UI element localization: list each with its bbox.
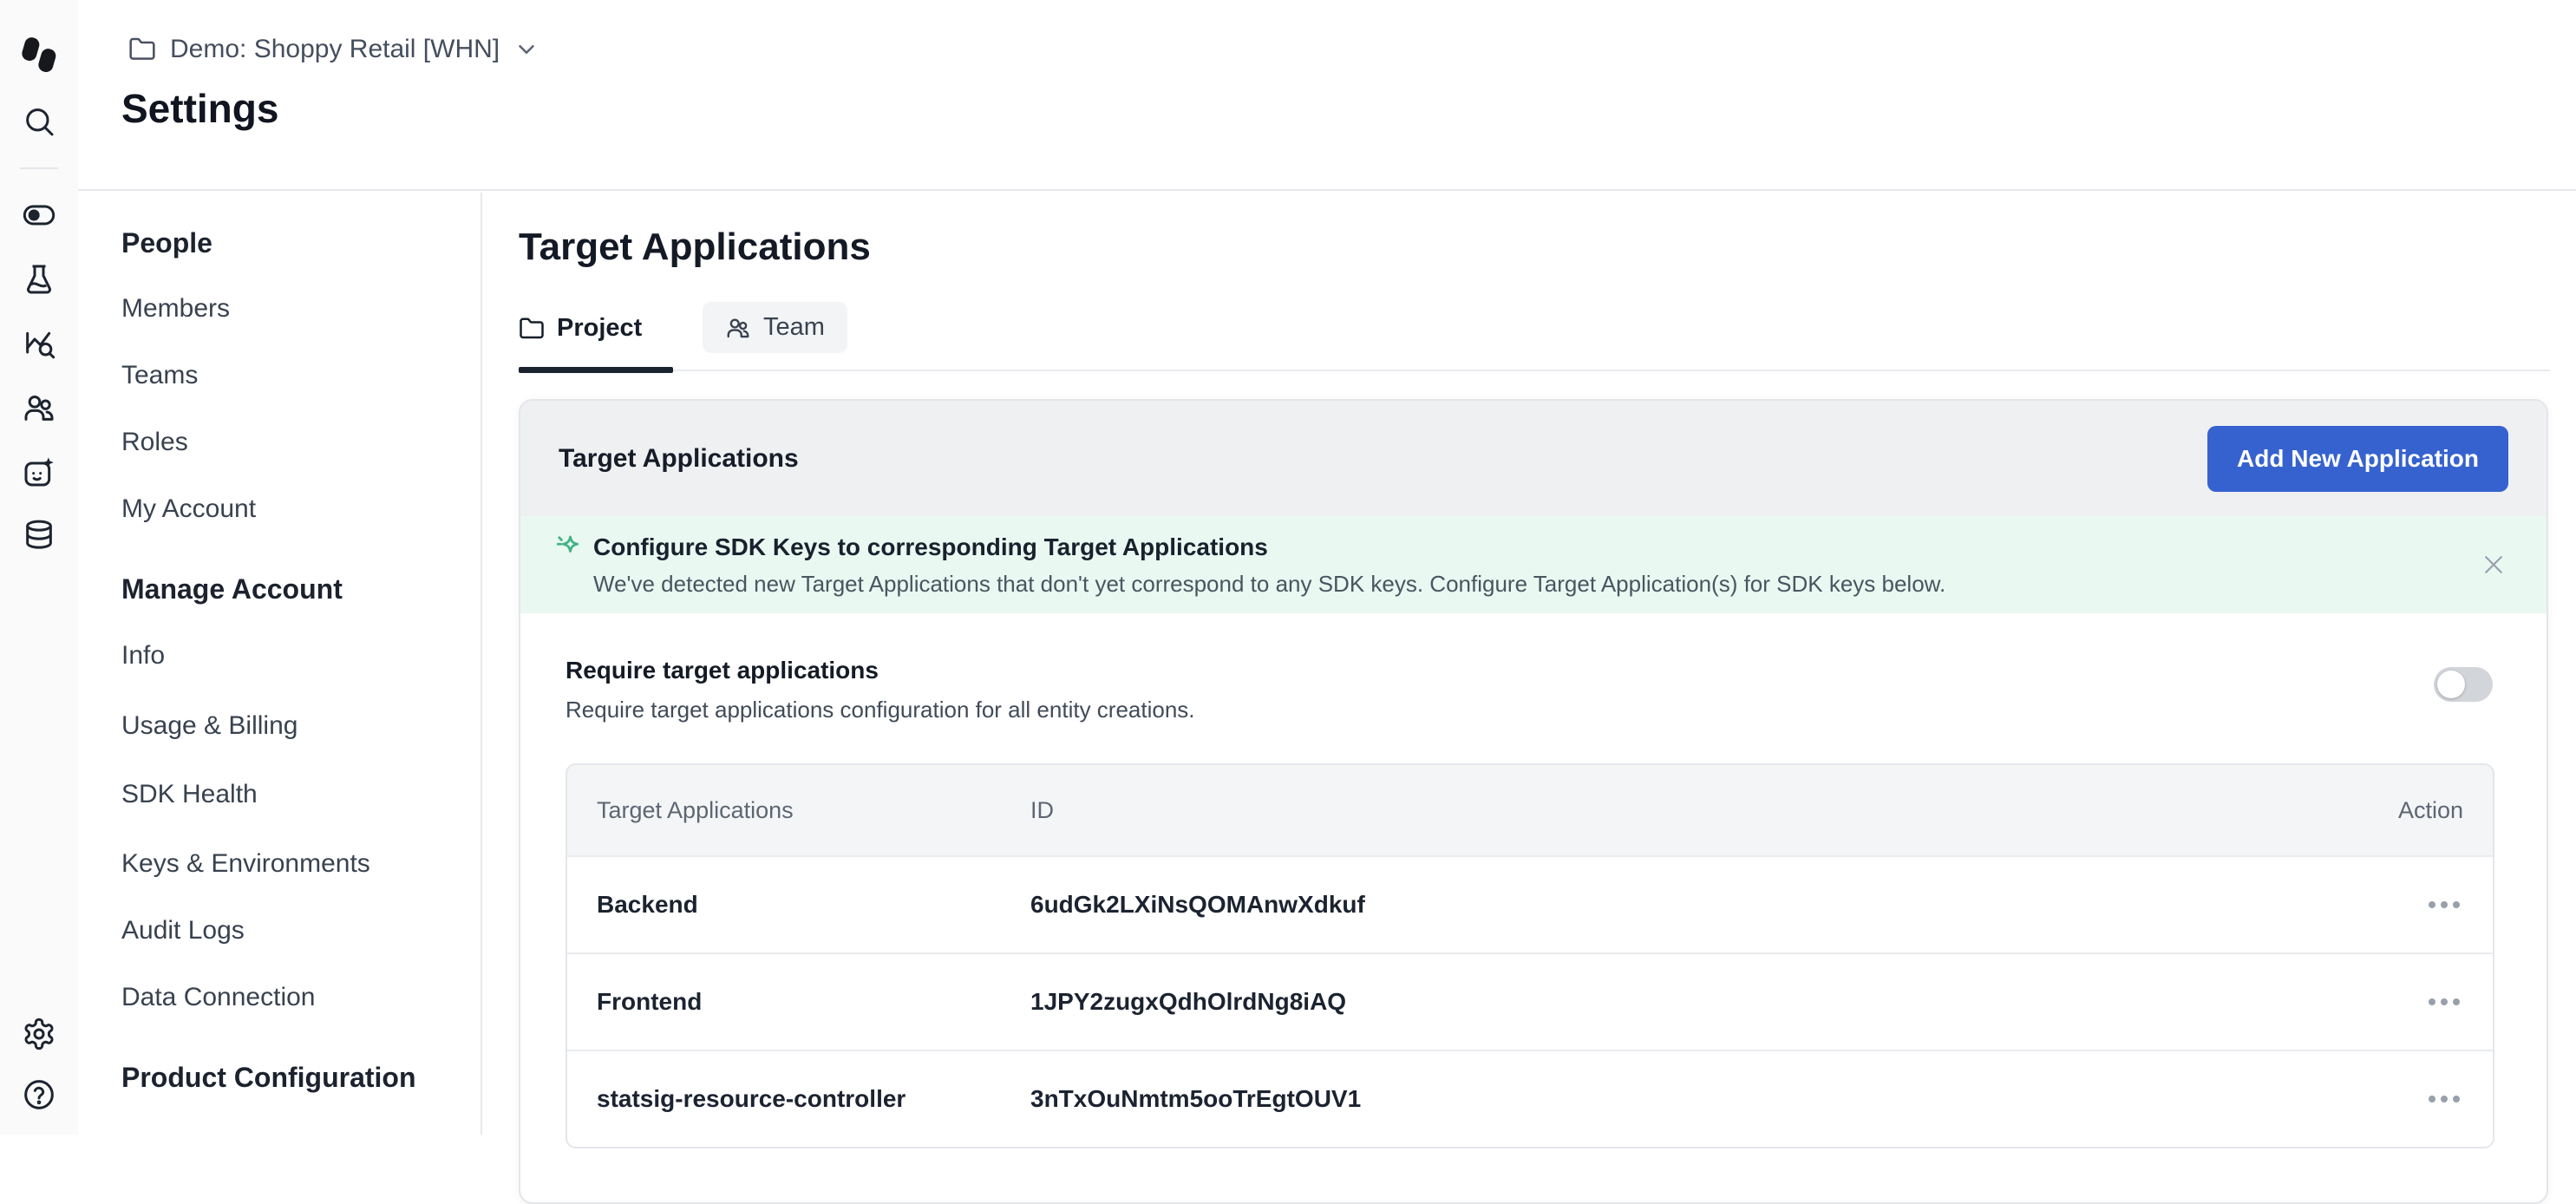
datastore-icon[interactable] [22,518,56,553]
team-icon [725,315,751,341]
toggle-label: Require target applications [566,657,2494,684]
nav-section-product-configuration: Product Configuration [121,1062,416,1094]
require-target-applications-row: Require target applications Require targ… [566,657,2494,723]
app-id: 1JPY2zugxQdhOlrdNg8iAQ [1030,988,2307,1016]
tab-team[interactable]: Team [703,302,847,353]
require-target-applications-toggle[interactable] [2434,667,2493,702]
settings-gear-icon[interactable] [22,1017,56,1051]
ai-assist-icon[interactable] [22,455,56,489]
metrics-explore-icon[interactable] [22,326,56,361]
app-name: Frontend [597,988,1030,1016]
nav-item-audit-logs[interactable]: Audit Logs [121,916,245,946]
rail-divider [20,167,58,169]
active-tab-underline [519,367,673,373]
banner-title: Configure SDK Keys to corresponding Targ… [593,533,1268,561]
users-icon[interactable] [22,390,56,425]
toggle-knob [2437,671,2465,698]
table-header-row: Target Applications ID Action [567,765,2493,855]
card-header: Target Applications Add New Application [520,401,2547,516]
nav-item-data-connection[interactable]: Data Connection [121,983,315,1012]
help-icon[interactable] [22,1077,56,1112]
nav-item-roles[interactable]: Roles [121,428,188,457]
nav-item-keys-environments[interactable]: Keys & Environments [121,849,370,879]
nav-item-info[interactable]: Info [121,641,165,671]
main-content: Target Applications Project Team Tar [482,193,2576,1135]
card-title: Target Applications [559,444,799,474]
row-actions-menu-icon[interactable] [2307,998,2463,1005]
target-applications-table: Target Applications ID Action Backend 6u… [566,763,2494,1148]
search-icon[interactable] [22,104,56,139]
close-icon[interactable] [2481,552,2507,578]
sdk-keys-banner: Configure SDK Keys to corresponding Targ… [520,516,2547,613]
icon-rail [0,0,78,1135]
tab-bar: Project Team [519,295,2550,371]
app-name: Backend [597,891,1030,919]
project-selector-label: Demo: Shoppy Retail [WHN] [170,35,500,64]
nav-item-my-account[interactable]: My Account [121,494,256,524]
nav-item-members[interactable]: Members [121,294,230,324]
row-actions-menu-icon[interactable] [2307,1096,2463,1103]
card-body: Require target applications Require targ… [520,613,2547,1148]
tab-project-label: Project [557,314,642,343]
row-actions-menu-icon[interactable] [2307,901,2463,908]
column-header-action: Action [2307,797,2463,824]
sparkle-icon [553,532,585,563]
experiment-flask-icon[interactable] [22,262,56,297]
gate-toggle-icon[interactable] [22,198,56,232]
app-id: 3nTxOuNmtm5ooTrEgtOUV1 [1030,1085,2307,1113]
chevron-down-icon [513,36,539,62]
nav-item-sdk-health[interactable]: SDK Health [121,780,258,809]
column-header-target-applications: Target Applications [597,797,1030,824]
page-title: Settings [121,85,278,132]
settings-nav: People Members Teams Roles My Account Ma… [78,193,482,1135]
target-applications-card: Target Applications Add New Application … [519,399,2548,1204]
table-row: Backend 6udGk2LXiNsQOMAnwXdkuf [567,855,2493,952]
table-row: statsig-resource-controller 3nTxOuNmtm5o… [567,1050,2493,1147]
tab-project[interactable]: Project [519,314,673,343]
statsig-logo[interactable] [19,35,59,75]
table-row: Frontend 1JPY2zugxQdhOlrdNg8iAQ [567,952,2493,1050]
section-title: Target Applications [519,226,871,269]
add-new-application-button[interactable]: Add New Application [2207,426,2508,492]
column-header-id: ID [1030,797,2307,824]
folder-icon [519,316,545,342]
app-name: statsig-resource-controller [597,1085,1030,1113]
nav-item-teams[interactable]: Teams [121,361,198,390]
nav-item-usage-billing[interactable]: Usage & Billing [121,711,297,741]
nav-section-people: People [121,227,212,259]
top-header: Demo: Shoppy Retail [WHN] Settings [78,0,2576,191]
app-id: 6udGk2LXiNsQOMAnwXdkuf [1030,891,2307,919]
tab-team-label: Team [763,313,825,342]
project-selector[interactable]: Demo: Shoppy Retail [WHN] [128,35,539,64]
toggle-description: Require target applications configuratio… [566,697,2494,723]
banner-description: We've detected new Target Applications t… [593,571,2508,598]
tab-bar-divider [519,370,2550,371]
folder-icon [128,36,156,63]
nav-section-manage-account: Manage Account [121,573,343,605]
